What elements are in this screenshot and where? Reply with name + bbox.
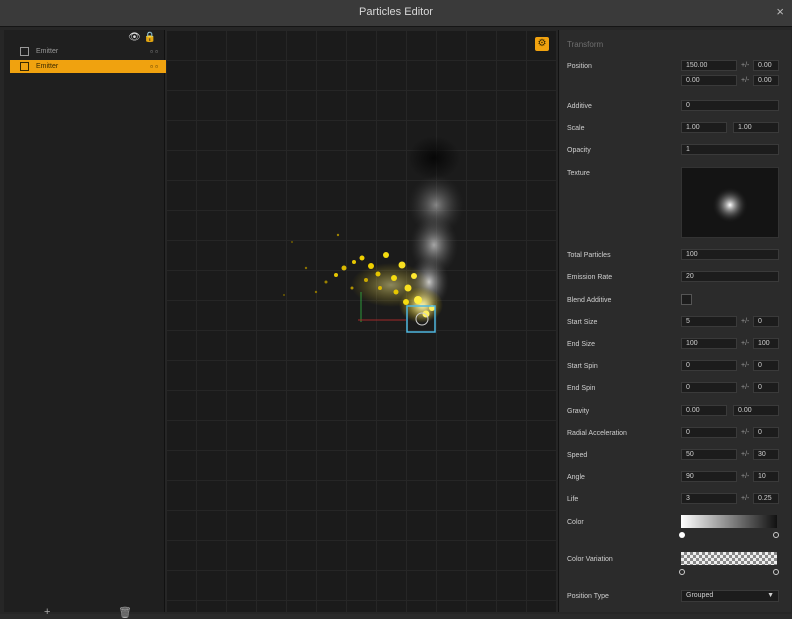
additive-label: Additive (567, 103, 592, 110)
start-size-field[interactable]: 5 (681, 316, 737, 327)
inspector-title: Transform (567, 40, 604, 49)
delete-layer-button[interactable]: 🗑 (118, 606, 132, 619)
blend-additive-label: Blend Additive (567, 297, 612, 304)
color-label: Color (567, 519, 584, 526)
color-variation-gradient-editor[interactable] (681, 552, 777, 565)
emitter-icon (20, 62, 29, 71)
title-bar: Particles Editor × (0, 0, 792, 27)
start-size-var-field[interactable]: 0 (753, 316, 779, 327)
total-particles-label: Total Particles (567, 252, 611, 259)
end-size-var-field[interactable]: 100 (753, 338, 779, 349)
speed-var-field[interactable]: 30 (753, 449, 779, 460)
add-layer-button[interactable]: + (44, 606, 50, 618)
radial-acceleration-label: Radial Acceleration (567, 430, 627, 437)
end-spin-var-field[interactable]: 0 (753, 382, 779, 393)
scale-x-field[interactable]: 1.00 (681, 122, 727, 133)
emission-rate-label: Emission Rate (567, 274, 613, 281)
chevron-down-icon: ▼ (767, 592, 774, 599)
end-spin-field[interactable]: 0 (681, 382, 737, 393)
position-y-var-field[interactable]: 0.00 (753, 75, 779, 86)
gradient-stop-end[interactable] (773, 532, 779, 538)
life-field[interactable]: 3 (681, 493, 737, 504)
radial-acceleration-field[interactable]: 0 (681, 427, 737, 438)
angle-var-field[interactable]: 10 (753, 471, 779, 482)
speed-field[interactable]: 50 (681, 449, 737, 460)
layer-visibility-toggle[interactable]: ▫ ▫ (150, 60, 158, 73)
plus-minus-sep: +/- (741, 77, 750, 84)
start-spin-field[interactable]: 0 (681, 360, 737, 371)
life-label: Life (567, 496, 579, 503)
scale-y-field[interactable]: 1.00 (733, 122, 779, 133)
gravity-y-field[interactable]: 0.00 (733, 405, 779, 416)
window-title: Particles Editor (359, 6, 433, 18)
texture-label: Texture (567, 170, 590, 177)
end-size-field[interactable]: 100 (681, 338, 737, 349)
particles-editor-window: Particles Editor × 👁 🔒 Emitter ▫ ▫ Emitt… (0, 0, 792, 619)
emitter-icon (20, 47, 29, 56)
close-icon[interactable]: × (776, 4, 784, 19)
plus-minus-sep: +/- (741, 340, 750, 347)
blend-additive-checkbox[interactable] (681, 294, 692, 305)
plus-minus-sep: +/- (741, 318, 750, 325)
position-type-label: Position Type (567, 593, 609, 600)
speed-label: Speed (567, 452, 588, 459)
layers-panel: 👁 🔒 Emitter ▫ ▫ Emitter ▫ ▫ + 🗑 (4, 30, 166, 619)
variation-stop-start[interactable] (679, 569, 685, 575)
scale-label: Scale (567, 125, 585, 132)
position-type-value: Grouped (686, 592, 714, 599)
angle-label: Angle (567, 474, 585, 481)
start-spin-var-field[interactable]: 0 (753, 360, 779, 371)
opacity-label: Opacity (567, 147, 591, 154)
plus-minus-sep: +/- (741, 495, 750, 502)
end-spin-label: End Spin (567, 385, 596, 392)
gravity-x-field[interactable]: 0.00 (681, 405, 727, 416)
variation-stop-end[interactable] (773, 569, 779, 575)
layers-header-icons[interactable]: 👁 🔒 (128, 32, 156, 43)
total-particles-field[interactable]: 100 (681, 249, 779, 260)
plus-minus-sep: +/- (741, 62, 750, 69)
color-variation-label: Color Variation (567, 556, 613, 563)
color-gradient-editor[interactable] (681, 515, 777, 528)
layer-label: Emitter (36, 63, 59, 70)
plus-minus-sep: +/- (741, 429, 750, 436)
layer-row-emitter-1[interactable]: Emitter ▫ ▫ (10, 45, 166, 58)
inspector-panel: Transform Position 150.00 +/- 0.00 0.00 … (558, 30, 791, 612)
plus-minus-sep: +/- (741, 473, 750, 480)
life-var-field[interactable]: 0.25 (753, 493, 779, 504)
opacity-field[interactable]: 1 (681, 144, 779, 155)
texture-preview[interactable] (681, 167, 779, 238)
particle-texture-image (712, 187, 748, 223)
gravity-label: Gravity (567, 408, 590, 415)
position-x-var-field[interactable]: 0.00 (753, 60, 779, 71)
plus-minus-sep: +/- (741, 384, 750, 391)
layer-label: Emitter (36, 48, 59, 55)
position-x-field[interactable]: 150.00 (681, 60, 737, 71)
layer-visibility-toggle[interactable]: ▫ ▫ (150, 45, 158, 58)
scene-viewport[interactable]: ⚙ (166, 30, 556, 612)
plus-minus-sep: +/- (741, 362, 750, 369)
position-label: Position (567, 63, 592, 70)
position-y-field[interactable]: 0.00 (681, 75, 737, 86)
radial-acceleration-var-field[interactable]: 0 (753, 427, 779, 438)
plus-minus-sep: +/- (741, 451, 750, 458)
layer-row-emitter-2[interactable]: Emitter ▫ ▫ (10, 60, 166, 73)
end-size-label: End Size (567, 341, 596, 348)
particle-preview (283, 136, 464, 333)
position-type-select[interactable]: Grouped ▼ (681, 590, 779, 602)
additive-field[interactable]: 0 (681, 100, 779, 111)
gradient-stop-start[interactable] (679, 532, 685, 538)
start-size-label: Start Size (567, 319, 598, 326)
start-spin-label: Start Spin (567, 363, 598, 370)
angle-field[interactable]: 90 (681, 471, 737, 482)
emission-rate-field[interactable]: 20 (681, 271, 779, 282)
